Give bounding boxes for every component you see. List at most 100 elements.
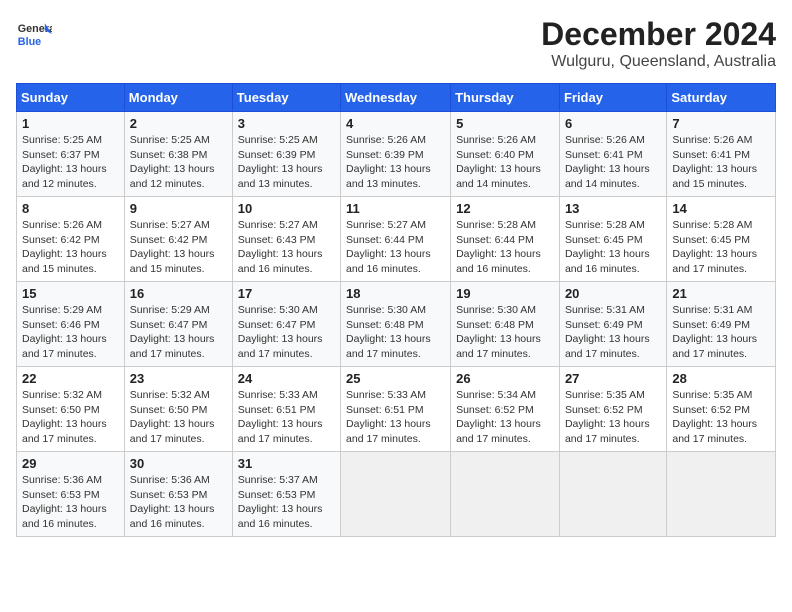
calendar-week-row: 29 Sunrise: 5:36 AM Sunset: 6:53 PM Dayl… bbox=[17, 452, 776, 537]
day-number: 11 bbox=[346, 201, 445, 216]
weekday-header-row: SundayMondayTuesdayWednesdayThursdayFrid… bbox=[17, 84, 776, 112]
calendar-cell: 21 Sunrise: 5:31 AM Sunset: 6:49 PM Dayl… bbox=[667, 282, 776, 367]
day-number: 10 bbox=[238, 201, 335, 216]
day-detail: Sunrise: 5:27 AM Sunset: 6:44 PM Dayligh… bbox=[346, 218, 445, 277]
calendar-cell: 5 Sunrise: 5:26 AM Sunset: 6:40 PM Dayli… bbox=[451, 112, 560, 197]
calendar-cell: 25 Sunrise: 5:33 AM Sunset: 6:51 PM Dayl… bbox=[341, 367, 451, 452]
day-detail: Sunrise: 5:33 AM Sunset: 6:51 PM Dayligh… bbox=[238, 388, 335, 447]
calendar-table: SundayMondayTuesdayWednesdayThursdayFrid… bbox=[16, 83, 776, 537]
calendar-cell: 8 Sunrise: 5:26 AM Sunset: 6:42 PM Dayli… bbox=[17, 197, 125, 282]
logo: General Blue bbox=[16, 16, 52, 52]
day-detail: Sunrise: 5:32 AM Sunset: 6:50 PM Dayligh… bbox=[22, 388, 119, 447]
calendar-cell: 31 Sunrise: 5:37 AM Sunset: 6:53 PM Dayl… bbox=[232, 452, 340, 537]
day-detail: Sunrise: 5:33 AM Sunset: 6:51 PM Dayligh… bbox=[346, 388, 445, 447]
page-subtitle: Wulguru, Queensland, Australia bbox=[541, 53, 776, 71]
calendar-cell: 13 Sunrise: 5:28 AM Sunset: 6:45 PM Dayl… bbox=[559, 197, 666, 282]
page-header: General Blue December 2024 Wulguru, Quee… bbox=[16, 16, 776, 71]
day-number: 30 bbox=[130, 456, 227, 471]
weekday-header-sunday: Sunday bbox=[17, 84, 125, 112]
calendar-cell: 19 Sunrise: 5:30 AM Sunset: 6:48 PM Dayl… bbox=[451, 282, 560, 367]
day-number: 21 bbox=[672, 286, 770, 301]
calendar-cell: 23 Sunrise: 5:32 AM Sunset: 6:50 PM Dayl… bbox=[124, 367, 232, 452]
day-detail: Sunrise: 5:28 AM Sunset: 6:45 PM Dayligh… bbox=[565, 218, 661, 277]
day-detail: Sunrise: 5:26 AM Sunset: 6:42 PM Dayligh… bbox=[22, 218, 119, 277]
day-number: 18 bbox=[346, 286, 445, 301]
calendar-cell: 7 Sunrise: 5:26 AM Sunset: 6:41 PM Dayli… bbox=[667, 112, 776, 197]
day-detail: Sunrise: 5:31 AM Sunset: 6:49 PM Dayligh… bbox=[672, 303, 770, 362]
day-number: 15 bbox=[22, 286, 119, 301]
calendar-cell: 4 Sunrise: 5:26 AM Sunset: 6:39 PM Dayli… bbox=[341, 112, 451, 197]
day-number: 22 bbox=[22, 371, 119, 386]
calendar-cell bbox=[667, 452, 776, 537]
calendar-cell: 11 Sunrise: 5:27 AM Sunset: 6:44 PM Dayl… bbox=[341, 197, 451, 282]
calendar-cell: 2 Sunrise: 5:25 AM Sunset: 6:38 PM Dayli… bbox=[124, 112, 232, 197]
logo-icon: General Blue bbox=[16, 16, 52, 52]
calendar-cell: 12 Sunrise: 5:28 AM Sunset: 6:44 PM Dayl… bbox=[451, 197, 560, 282]
calendar-cell: 10 Sunrise: 5:27 AM Sunset: 6:43 PM Dayl… bbox=[232, 197, 340, 282]
day-number: 14 bbox=[672, 201, 770, 216]
day-detail: Sunrise: 5:26 AM Sunset: 6:41 PM Dayligh… bbox=[565, 133, 661, 192]
day-detail: Sunrise: 5:32 AM Sunset: 6:50 PM Dayligh… bbox=[130, 388, 227, 447]
calendar-cell: 18 Sunrise: 5:30 AM Sunset: 6:48 PM Dayl… bbox=[341, 282, 451, 367]
day-number: 19 bbox=[456, 286, 554, 301]
day-number: 7 bbox=[672, 116, 770, 131]
calendar-cell: 30 Sunrise: 5:36 AM Sunset: 6:53 PM Dayl… bbox=[124, 452, 232, 537]
day-number: 6 bbox=[565, 116, 661, 131]
day-detail: Sunrise: 5:37 AM Sunset: 6:53 PM Dayligh… bbox=[238, 473, 335, 532]
day-number: 28 bbox=[672, 371, 770, 386]
day-number: 2 bbox=[130, 116, 227, 131]
calendar-cell: 26 Sunrise: 5:34 AM Sunset: 6:52 PM Dayl… bbox=[451, 367, 560, 452]
day-detail: Sunrise: 5:29 AM Sunset: 6:46 PM Dayligh… bbox=[22, 303, 119, 362]
weekday-header-tuesday: Tuesday bbox=[232, 84, 340, 112]
calendar-cell: 20 Sunrise: 5:31 AM Sunset: 6:49 PM Dayl… bbox=[559, 282, 666, 367]
day-number: 17 bbox=[238, 286, 335, 301]
day-number: 23 bbox=[130, 371, 227, 386]
day-detail: Sunrise: 5:34 AM Sunset: 6:52 PM Dayligh… bbox=[456, 388, 554, 447]
calendar-cell: 1 Sunrise: 5:25 AM Sunset: 6:37 PM Dayli… bbox=[17, 112, 125, 197]
day-number: 1 bbox=[22, 116, 119, 131]
calendar-cell: 3 Sunrise: 5:25 AM Sunset: 6:39 PM Dayli… bbox=[232, 112, 340, 197]
calendar-cell: 6 Sunrise: 5:26 AM Sunset: 6:41 PM Dayli… bbox=[559, 112, 666, 197]
day-detail: Sunrise: 5:26 AM Sunset: 6:40 PM Dayligh… bbox=[456, 133, 554, 192]
calendar-cell: 15 Sunrise: 5:29 AM Sunset: 6:46 PM Dayl… bbox=[17, 282, 125, 367]
calendar-week-row: 15 Sunrise: 5:29 AM Sunset: 6:46 PM Dayl… bbox=[17, 282, 776, 367]
day-number: 5 bbox=[456, 116, 554, 131]
day-detail: Sunrise: 5:25 AM Sunset: 6:39 PM Dayligh… bbox=[238, 133, 335, 192]
calendar-cell: 29 Sunrise: 5:36 AM Sunset: 6:53 PM Dayl… bbox=[17, 452, 125, 537]
day-detail: Sunrise: 5:25 AM Sunset: 6:37 PM Dayligh… bbox=[22, 133, 119, 192]
day-number: 31 bbox=[238, 456, 335, 471]
day-detail: Sunrise: 5:26 AM Sunset: 6:41 PM Dayligh… bbox=[672, 133, 770, 192]
day-number: 3 bbox=[238, 116, 335, 131]
calendar-week-row: 22 Sunrise: 5:32 AM Sunset: 6:50 PM Dayl… bbox=[17, 367, 776, 452]
day-number: 27 bbox=[565, 371, 661, 386]
calendar-cell: 9 Sunrise: 5:27 AM Sunset: 6:42 PM Dayli… bbox=[124, 197, 232, 282]
day-number: 25 bbox=[346, 371, 445, 386]
day-detail: Sunrise: 5:31 AM Sunset: 6:49 PM Dayligh… bbox=[565, 303, 661, 362]
day-number: 9 bbox=[130, 201, 227, 216]
title-area: December 2024 Wulguru, Queensland, Austr… bbox=[541, 16, 776, 71]
calendar-cell: 24 Sunrise: 5:33 AM Sunset: 6:51 PM Dayl… bbox=[232, 367, 340, 452]
day-detail: Sunrise: 5:35 AM Sunset: 6:52 PM Dayligh… bbox=[565, 388, 661, 447]
day-detail: Sunrise: 5:30 AM Sunset: 6:48 PM Dayligh… bbox=[456, 303, 554, 362]
calendar-cell: 22 Sunrise: 5:32 AM Sunset: 6:50 PM Dayl… bbox=[17, 367, 125, 452]
day-detail: Sunrise: 5:30 AM Sunset: 6:48 PM Dayligh… bbox=[346, 303, 445, 362]
weekday-header-thursday: Thursday bbox=[451, 84, 560, 112]
day-number: 26 bbox=[456, 371, 554, 386]
day-detail: Sunrise: 5:30 AM Sunset: 6:47 PM Dayligh… bbox=[238, 303, 335, 362]
day-number: 12 bbox=[456, 201, 554, 216]
day-detail: Sunrise: 5:36 AM Sunset: 6:53 PM Dayligh… bbox=[130, 473, 227, 532]
calendar-week-row: 1 Sunrise: 5:25 AM Sunset: 6:37 PM Dayli… bbox=[17, 112, 776, 197]
day-number: 20 bbox=[565, 286, 661, 301]
calendar-cell: 14 Sunrise: 5:28 AM Sunset: 6:45 PM Dayl… bbox=[667, 197, 776, 282]
calendar-cell: 28 Sunrise: 5:35 AM Sunset: 6:52 PM Dayl… bbox=[667, 367, 776, 452]
day-number: 8 bbox=[22, 201, 119, 216]
day-detail: Sunrise: 5:29 AM Sunset: 6:47 PM Dayligh… bbox=[130, 303, 227, 362]
weekday-header-saturday: Saturday bbox=[667, 84, 776, 112]
calendar-cell: 17 Sunrise: 5:30 AM Sunset: 6:47 PM Dayl… bbox=[232, 282, 340, 367]
day-number: 24 bbox=[238, 371, 335, 386]
calendar-cell: 16 Sunrise: 5:29 AM Sunset: 6:47 PM Dayl… bbox=[124, 282, 232, 367]
weekday-header-friday: Friday bbox=[559, 84, 666, 112]
day-detail: Sunrise: 5:25 AM Sunset: 6:38 PM Dayligh… bbox=[130, 133, 227, 192]
day-number: 13 bbox=[565, 201, 661, 216]
day-detail: Sunrise: 5:28 AM Sunset: 6:44 PM Dayligh… bbox=[456, 218, 554, 277]
